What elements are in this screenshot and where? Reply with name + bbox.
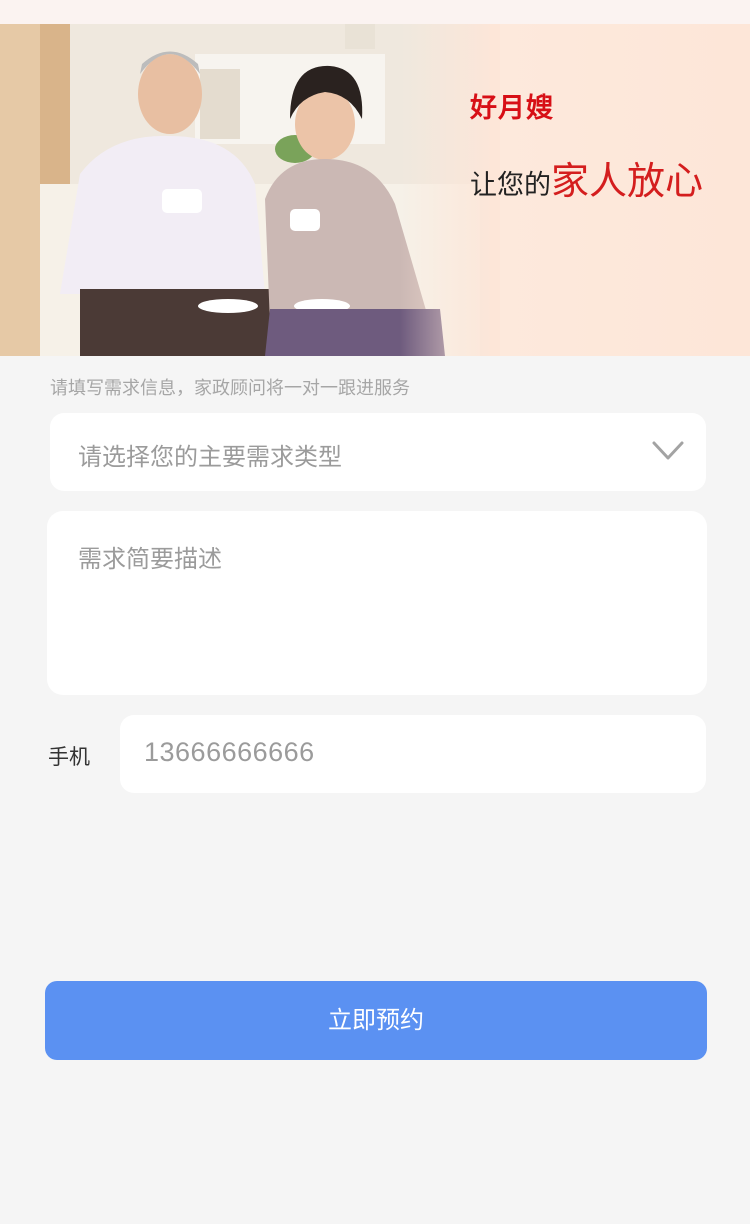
- form-hint: 请填写需求信息，家政顾问将一对一跟进服务: [50, 378, 410, 399]
- slogan-highlight: 家人放心: [551, 159, 704, 203]
- description-textarea[interactable]: 需求简要描述: [47, 511, 707, 695]
- demand-type-placeholder: 请选择您的主要需求类型: [78, 443, 342, 471]
- slogan-prefix: 让您的: [470, 170, 551, 201]
- chevron-down-icon: [652, 441, 684, 460]
- description-placeholder: 需求简要描述: [78, 545, 222, 573]
- banner-slogan: 让您的家人放心: [470, 150, 703, 205]
- top-strip: [0, 0, 750, 24]
- book-now-button[interactable]: 立即预约: [45, 981, 707, 1060]
- brand-name: 好月嫂: [470, 93, 554, 124]
- hero-banner: 好月嫂 让您的家人放心: [0, 24, 750, 356]
- phone-input[interactable]: 13666666666: [120, 715, 706, 793]
- phone-value: 13666666666: [144, 737, 315, 767]
- demand-type-select[interactable]: 请选择您的主要需求类型: [50, 413, 706, 491]
- phone-label: 手机: [48, 745, 90, 769]
